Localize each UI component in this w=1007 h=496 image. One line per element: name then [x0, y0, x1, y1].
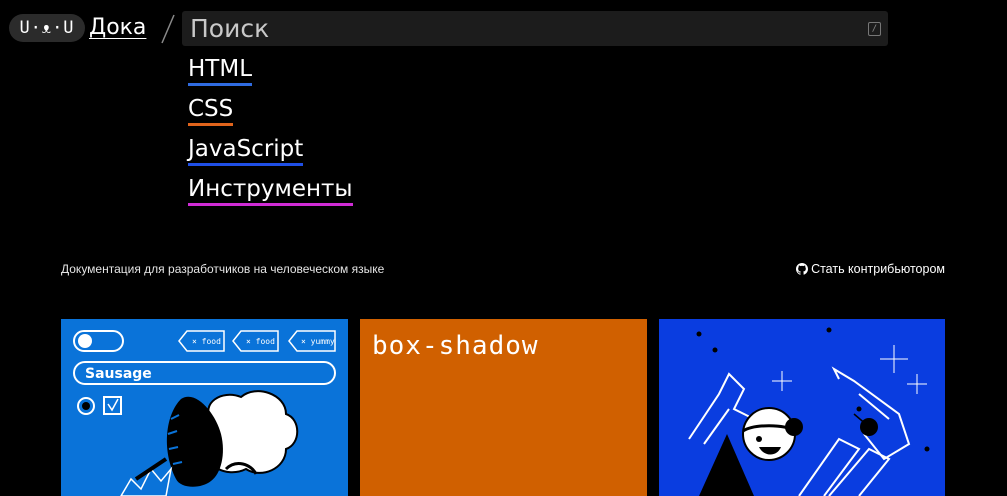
nav-item-label: CSS	[188, 96, 234, 126]
tag-label: × food	[192, 337, 221, 346]
stretching-person-illustration	[688, 327, 930, 496]
tagline: Документация для разработчиков на челове…	[61, 262, 385, 276]
nav-item-label: HTML	[188, 56, 253, 86]
logo[interactable]: U·ᴥ·U	[9, 14, 85, 42]
search-shortcut-hint: /	[868, 22, 881, 36]
search-input[interactable]	[182, 13, 852, 44]
article-card-3[interactable]	[659, 319, 945, 496]
nav-item-label: JavaScript	[188, 136, 304, 166]
contribute-label: Стать контрибьютором	[811, 262, 945, 276]
article-card-1[interactable]: × food × food × yummy Sausage	[61, 319, 348, 496]
article-card-2[interactable]: box-shadow	[360, 319, 647, 496]
nav-item-javascript[interactable]: JavaScript	[188, 135, 353, 175]
main-nav: HTML CSS JavaScript Инструменты	[188, 55, 353, 215]
logo-text: U·ᴥ·U	[19, 18, 75, 38]
nav-item-tools[interactable]: Инструменты	[188, 175, 353, 215]
nav-item-label: Инструменты	[188, 176, 353, 206]
separator-slash	[161, 14, 175, 44]
nav-item-html[interactable]: HTML	[188, 55, 353, 95]
search-bar[interactable]: /	[182, 11, 888, 46]
contribute-link[interactable]: Стать контрибьютором	[796, 262, 945, 276]
site-name-link[interactable]: Дока	[89, 15, 146, 40]
tag-label: × yummy	[301, 337, 335, 346]
tag-label: × food	[246, 337, 275, 346]
card-title: box-shadow	[372, 331, 539, 361]
sausage-illustration: × food × food × yummy Sausage	[73, 330, 336, 496]
text-input-value: Sausage	[85, 366, 152, 382]
github-icon	[796, 263, 809, 275]
nav-item-css[interactable]: CSS	[188, 95, 353, 135]
